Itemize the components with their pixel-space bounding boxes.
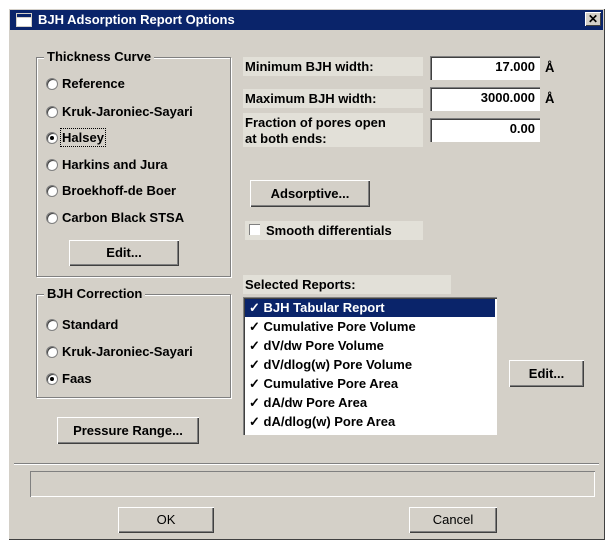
radio-carbon-black-stsa[interactable]: Carbon Black STSA xyxy=(46,210,184,225)
list-item[interactable]: ✓ dV/dlog(w) Pore Volume xyxy=(245,356,495,374)
radio-halsey[interactable]: Halsey xyxy=(46,128,106,147)
button-label: Adsorptive... xyxy=(270,186,350,201)
radio-label: Faas xyxy=(62,371,92,386)
radio-button xyxy=(46,211,58,224)
radio-label: Kruk-Jaroniec-Sayari xyxy=(62,104,193,119)
radio-button xyxy=(46,318,58,331)
radio-label: Broekhoff-de Boer xyxy=(62,183,177,198)
radio-kruk-jaroniec-sayari[interactable]: Kruk-Jaroniec-Sayari xyxy=(46,104,193,119)
radio-button xyxy=(46,158,58,171)
radio-label: Reference xyxy=(62,76,125,91)
thickness-curve-title: Thickness Curve xyxy=(44,49,155,64)
min-width-unit: Å xyxy=(545,60,555,75)
radio-selected-dot xyxy=(50,135,54,140)
cancel-button[interactable]: Cancel xyxy=(409,507,497,533)
button-label: Pressure Range... xyxy=(73,423,183,438)
close-button[interactable]: ✕ xyxy=(585,12,601,26)
ok-button[interactable]: OK xyxy=(118,507,214,533)
list-item[interactable]: ✓ BJH Tabular Report xyxy=(245,299,495,317)
title-bar: BJH Adsorption Report Options ✕ xyxy=(10,10,603,30)
radio-button xyxy=(46,77,58,90)
min-width-label: Minimum BJH width: xyxy=(245,59,374,74)
radio-broekhoff-de-boer[interactable]: Broekhoff-de Boer xyxy=(46,183,176,198)
radio-selected-dot xyxy=(50,376,54,381)
radio-label: Carbon Black STSA xyxy=(62,210,185,225)
selected-reports-list[interactable]: ✓ BJH Tabular Report ✓ Cumulative Pore V… xyxy=(243,297,497,435)
thickness-edit-button[interactable]: Edit... xyxy=(69,240,179,266)
radio-button xyxy=(46,184,58,197)
selected-reports-label: Selected Reports: xyxy=(245,277,356,292)
radio-harkins-and-jura[interactable]: Harkins and Jura xyxy=(46,157,168,172)
max-width-label: Maximum BJH width: xyxy=(245,91,377,106)
radio-button xyxy=(46,345,58,358)
button-label: Edit... xyxy=(106,245,142,260)
max-width-field[interactable]: 3000.000 xyxy=(430,87,540,111)
min-width-field[interactable]: 17.000 xyxy=(430,56,540,80)
list-item[interactable]: ✓ Cumulative Pore Area xyxy=(245,375,495,393)
window-title: BJH Adsorption Report Options xyxy=(38,12,235,27)
max-width-unit: Å xyxy=(545,91,555,106)
radio-label: Halsey xyxy=(60,128,106,147)
radio-standard[interactable]: Standard xyxy=(46,317,118,332)
radio-reference[interactable]: Reference xyxy=(46,76,125,91)
bjh-correction-title: BJH Correction xyxy=(44,286,146,301)
list-item[interactable]: ✓ dA/dw Pore Area xyxy=(245,394,495,412)
status-bar xyxy=(30,471,595,497)
button-label: OK xyxy=(156,512,176,527)
fraction-label-line1: Fraction of pores open xyxy=(245,115,386,130)
button-label: Cancel xyxy=(432,512,474,527)
radio-button xyxy=(46,131,58,144)
list-item[interactable]: ✓ dA/dlog(w) Pore Area xyxy=(245,413,495,431)
adsorptive-button[interactable]: Adsorptive... xyxy=(250,180,370,207)
radio-label: Kruk-Jaroniec-Sayari xyxy=(62,344,193,359)
list-item[interactable]: ✓ Cumulative Pore Volume xyxy=(245,318,495,336)
radio-faas[interactable]: Faas xyxy=(46,371,92,386)
button-label: Edit... xyxy=(528,366,565,381)
smooth-differentials-label: Smooth differentials xyxy=(266,223,392,238)
radio-label: Harkins and Jura xyxy=(62,157,168,172)
radio-kruk-jaroniec-sayari-correction[interactable]: Kruk-Jaroniec-Sayari xyxy=(46,344,193,359)
fraction-label-line2: at both ends: xyxy=(245,131,327,146)
window-icon xyxy=(16,13,32,27)
reports-edit-button[interactable]: Edit... xyxy=(509,360,584,387)
list-item[interactable]: ✓ dV/dw Pore Volume xyxy=(245,337,495,355)
close-icon: ✕ xyxy=(587,12,599,26)
radio-button xyxy=(46,105,58,118)
smooth-differentials-checkbox[interactable] xyxy=(249,224,260,235)
fraction-field[interactable]: 0.00 xyxy=(430,118,540,142)
radio-label: Standard xyxy=(62,317,119,332)
pressure-range-button[interactable]: Pressure Range... xyxy=(57,417,199,444)
radio-button xyxy=(46,372,58,385)
separator xyxy=(14,463,599,465)
